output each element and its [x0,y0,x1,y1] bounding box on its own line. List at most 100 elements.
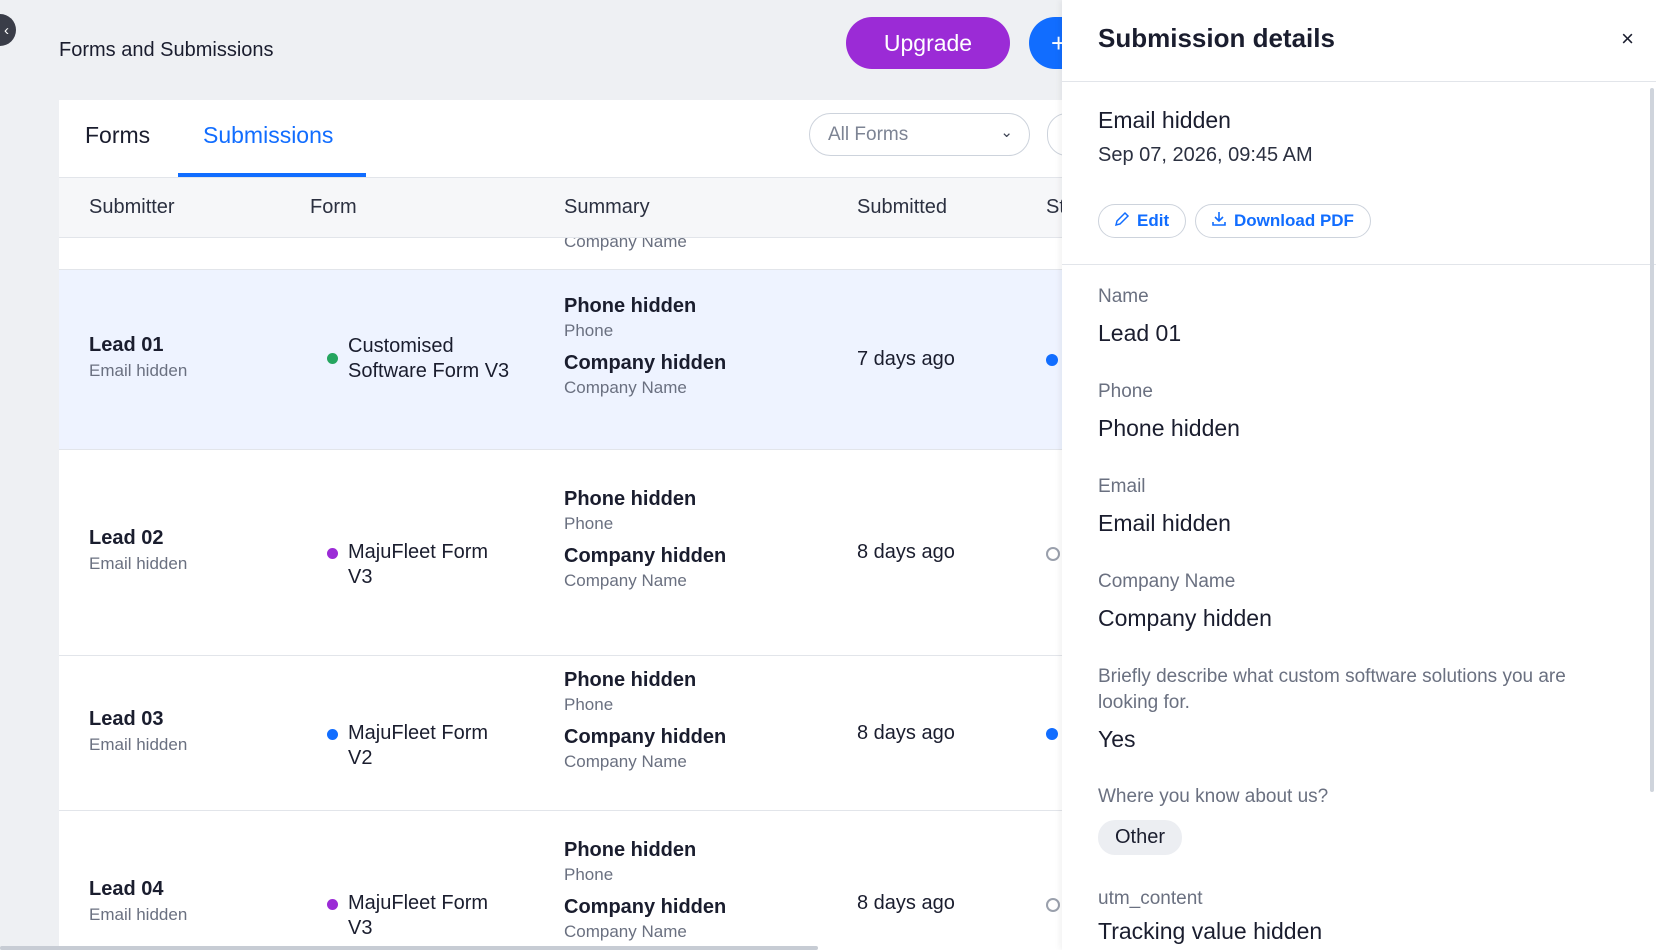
panel-scrollbar[interactable] [1650,88,1654,792]
summary-company: Company hidden [564,895,727,918]
summary-cell: Phone hidden Phone Company hidden Company N… [564,295,726,398]
submitter-email: Email hidden [89,554,188,573]
summary-company: Company hidden [564,352,727,374]
field-label: Company Name [1098,571,1236,592]
pencil-icon [1114,211,1130,232]
tab-submissions[interactable]: Submissions [203,122,333,149]
download-icon [1211,211,1227,232]
submitter-cell: Lead 01 Email hidden [89,334,187,381]
summary-phone: Phone hidden [564,488,697,510]
summary-label: Company Name [564,238,687,251]
field-value: Phone hidden [1098,415,1240,441]
table-row-partial[interactable]: Company Name [59,238,1062,270]
submitter-name: Lead 03 [89,707,164,730]
submitter-email: Email hidden [89,904,188,924]
submitter-cell: Lead 03 Email hidden [89,708,187,755]
field-value: Yes [1098,726,1136,752]
submitter-email: Email hidden [89,361,188,380]
table-row[interactable]: Lead 04 Email hidden MajuFleet Form V3 Phon… [59,811,1062,950]
chevron-down-icon: ⌄ [1000,124,1013,141]
table-row[interactable]: Lead 02 Email hidden MajuFleet Form V3 Phon… [59,450,1062,656]
submitted-time: 8 days ago [857,891,955,914]
submitter-name: Lead 02 [89,527,164,549]
field-phone: Phone Phone hidden [1098,379,1608,442]
summary-company: Company hidden [564,545,727,567]
tab-forms[interactable]: Forms [85,122,150,149]
form-cell: MajuFleet Form V2 [327,721,517,771]
summary-phone-label: Phone [564,864,614,884]
status-indicator [1046,547,1060,561]
column-header-summary[interactable]: Summary [564,196,650,219]
field-label: Phone [1098,381,1153,402]
form-cell: MajuFleet Form V3 [327,891,517,941]
field-value: Lead 01 [1098,320,1182,346]
field-value: Company hidden [1098,605,1272,631]
field-label: Briefly describe what custom software so… [1098,666,1566,713]
download-pdf-button[interactable]: Download PDF [1195,204,1371,238]
field-name: Name Lead 01 [1098,284,1608,347]
field-email: Email Email hidden [1098,474,1608,537]
active-tab-indicator [178,173,366,177]
submitter-email: Email hidden [89,734,188,754]
submitter-cell: Lead 02 Email hidden [89,527,187,574]
summary-phone: Phone hidden [564,668,697,691]
status-indicator [1046,354,1058,366]
panel-header: Submission details × [1062,0,1656,82]
form-name: MajuFleet Form V3 [348,891,489,939]
field-value: Email hidden [1098,510,1231,536]
form-color-dot [327,548,338,559]
form-name: MajuFleet Form V3 [348,541,489,588]
field-value-chip: Other [1098,820,1183,855]
column-header-submitter[interactable]: Submitter [89,196,175,219]
submitter-name: Lead 04 [89,877,164,900]
field-utm-content: utm_content Tracking value hidden [1098,886,1608,945]
form-filter-dropdown[interactable]: All Forms ⌄ [809,113,1030,156]
form-color-dot [327,898,338,910]
field-describe: Briefly describe what custom software so… [1098,664,1608,753]
download-pdf-label: Download PDF [1234,211,1354,230]
summary-company-label: Company Name [564,571,687,590]
summary-phone-label: Phone [564,694,614,714]
summary-company-label: Company Name [564,751,687,771]
table-row[interactable]: Lead 01 Email hidden Customised Software F… [59,270,1062,450]
edit-label: Edit [1137,211,1170,230]
summary-phone-label: Phone [564,514,614,533]
filter-value: All Forms [828,123,909,145]
summary-company-label: Company Name [564,921,687,941]
panel-title: Submission details [1098,23,1335,53]
field-label: utm_content [1098,888,1203,909]
page-title: Forms and Submissions [59,39,274,61]
field-label: Email [1098,476,1146,497]
table-row[interactable]: Lead 03 Email hidden MajuFleet Form V2 Phon… [59,656,1062,811]
submission-details-panel: Submission details × Email hidden Sep 07… [1062,0,1656,950]
summary-cell: Phone hidden Phone Company hidden Company N… [564,839,726,942]
upgrade-button[interactable]: Upgrade [846,17,1010,69]
submissions-card: Forms Submissions All Forms ⌄ Submitter … [59,100,1062,950]
submitter-email: Email hidden [1098,107,1231,133]
column-header-status[interactable]: St [1046,196,1062,219]
submitter-name: Lead 01 [89,334,164,356]
field-label: Name [1098,286,1149,307]
submitted-time: 8 days ago [857,541,955,563]
summary-cell: Phone hidden Phone Company hidden Company N… [564,669,726,772]
table-header: Submitter Form Summary Submitted St [59,178,1062,238]
summary-company: Company hidden [564,725,727,748]
horizontal-scrollbar[interactable] [0,946,818,950]
top-header: Forms and Submissions Upgrade + [0,0,1089,100]
status-indicator [1046,897,1060,912]
column-header-form[interactable]: Form [310,196,357,219]
panel-summary: Email hidden Sep 07, 2026, 09:45 AM Edit… [1062,82,1656,265]
field-label: Where you know about us? [1098,786,1329,807]
submitted-time: 8 days ago [857,721,955,744]
column-header-submitted[interactable]: Submitted [857,196,947,219]
edit-button[interactable]: Edit [1098,204,1186,238]
close-icon[interactable]: × [1621,26,1634,52]
form-name: MajuFleet Form V2 [348,721,489,769]
form-name: Customised Software Form V3 [348,335,510,382]
submitted-time: 7 days ago [857,348,955,370]
summary-phone-label: Phone [564,321,614,340]
secondary-filter-button[interactable] [1047,113,1062,156]
submitter-cell: Lead 04 Email hidden [89,878,187,925]
summary-cell: Phone hidden Phone Company hidden Company N… [564,488,726,591]
form-cell: Customised Software Form V3 [327,334,517,384]
